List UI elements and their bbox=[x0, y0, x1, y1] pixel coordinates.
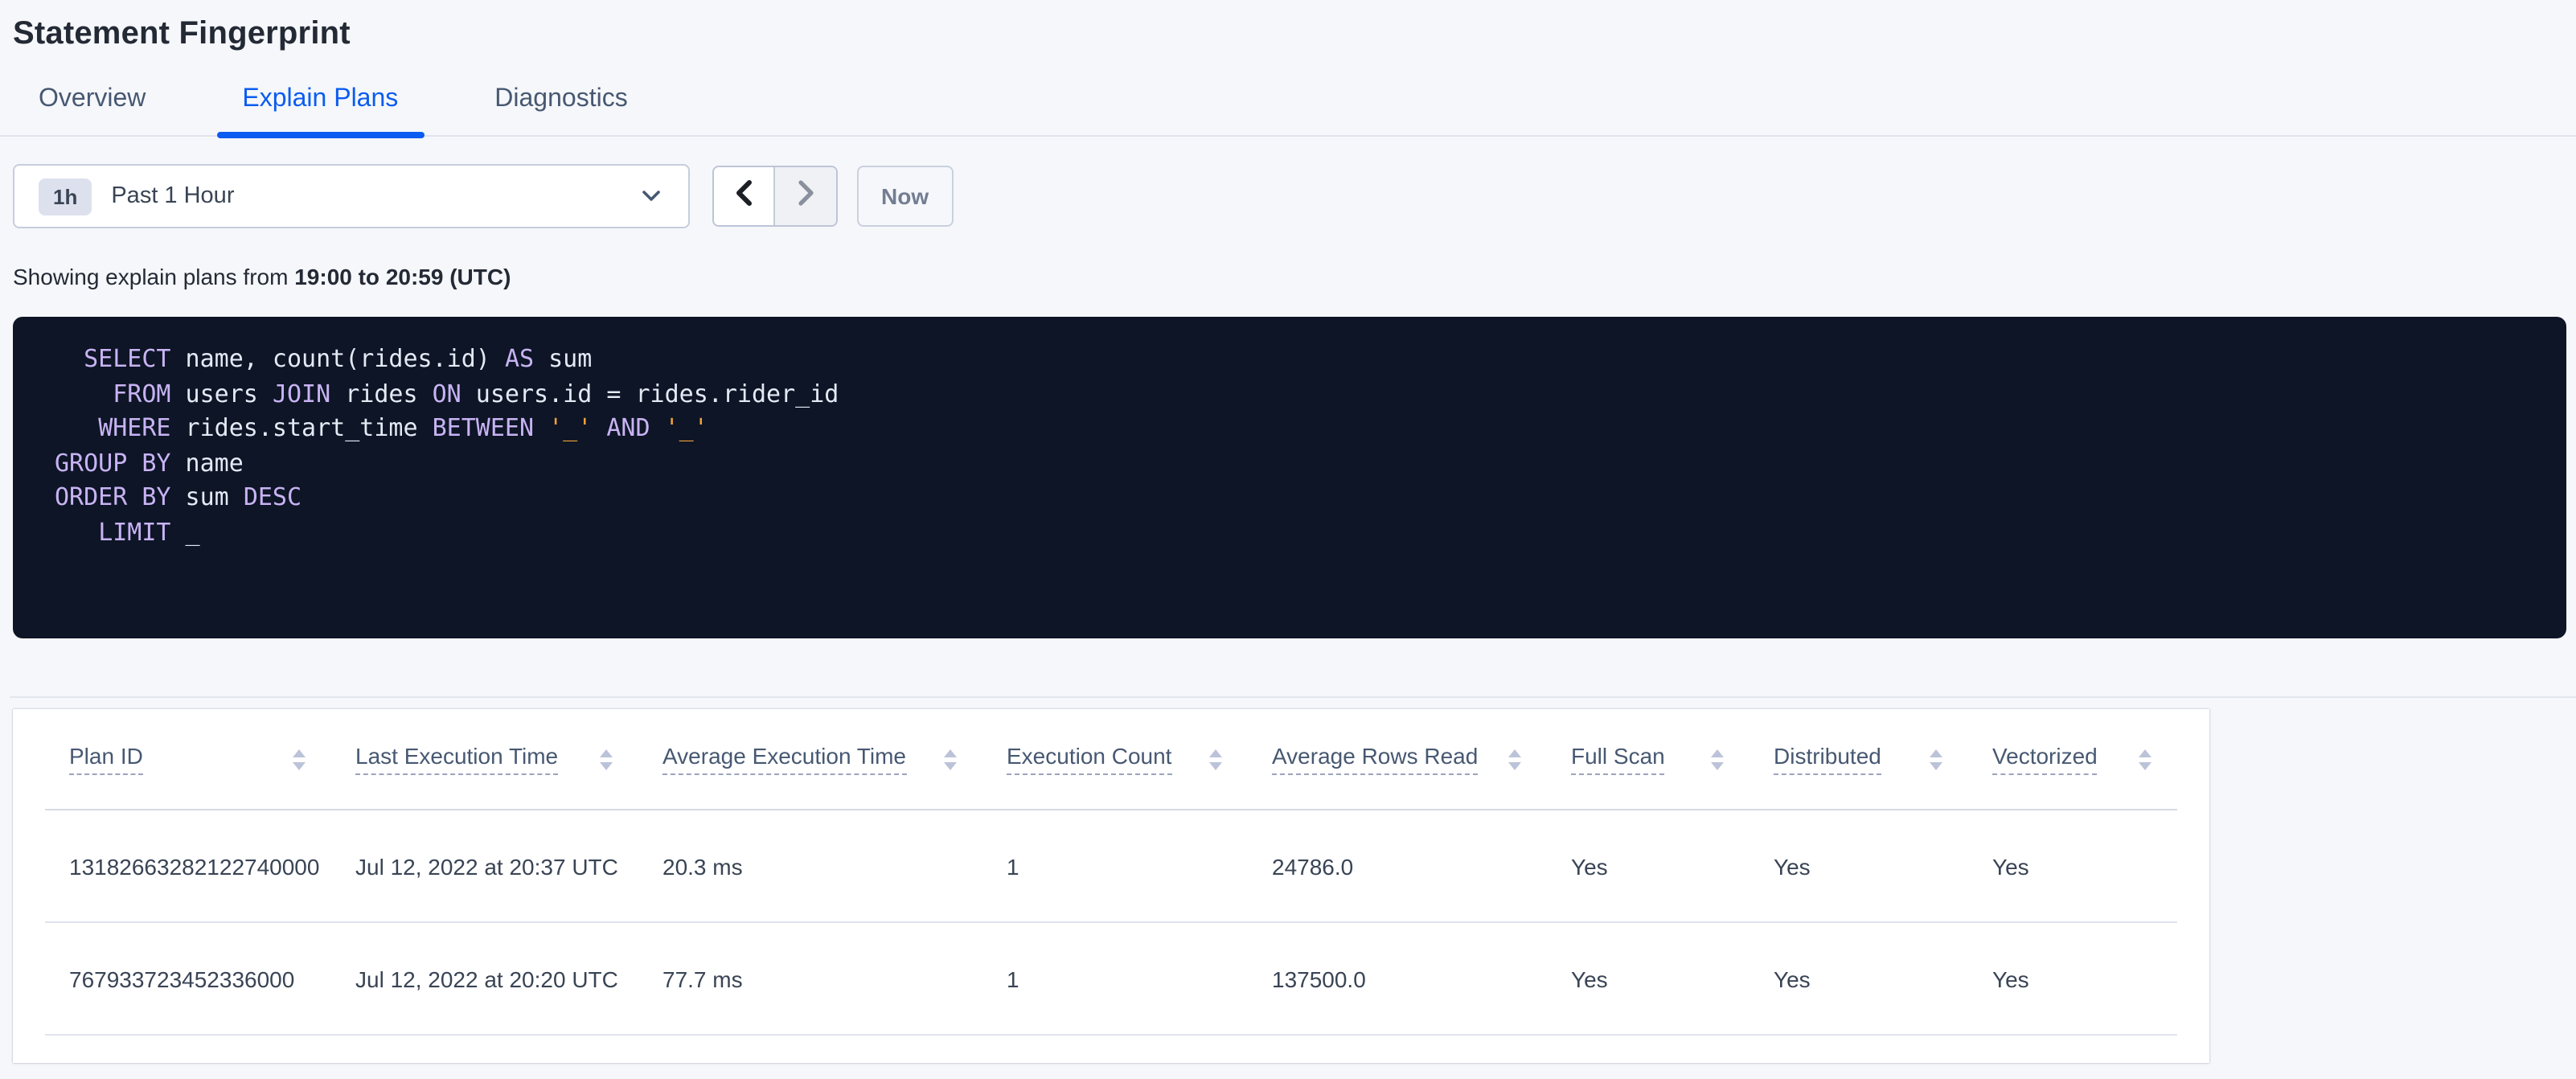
column-header-label: Distributed bbox=[1774, 743, 1881, 775]
table-header-row: Plan ID Last Execution Time Average Execut… bbox=[45, 709, 2177, 810]
sort-arrows-icon[interactable] bbox=[1711, 749, 1724, 769]
sort-arrows-icon[interactable] bbox=[1508, 749, 1521, 769]
table-row: 767933723452336000 Jul 12, 2022 at 20:20 … bbox=[45, 923, 2177, 1036]
explain-plans-summary: Showing explain plans from 19:00 to 20:5… bbox=[13, 264, 2576, 289]
tab-bar: Overview Explain Plans Diagnostics bbox=[0, 74, 2576, 138]
table-cell: Yes bbox=[1571, 966, 1608, 991]
table-cell: 137500.0 bbox=[1272, 966, 1366, 991]
column-header-plan-id[interactable]: Plan ID bbox=[45, 709, 331, 809]
table-cell: 1 bbox=[1007, 853, 1019, 879]
chevron-left-icon bbox=[735, 179, 753, 213]
time-range-badge: 1h bbox=[39, 178, 92, 215]
sort-arrows-icon[interactable] bbox=[944, 749, 957, 769]
chevron-down-icon bbox=[642, 190, 661, 203]
column-header-label: Vectorized bbox=[1992, 743, 2098, 775]
table-cell: 24786.0 bbox=[1272, 853, 1354, 879]
column-header-label: Average Execution Time bbox=[662, 743, 906, 775]
table-cell: 1 bbox=[1007, 966, 1019, 991]
column-header-last-execution-time[interactable]: Last Execution Time bbox=[331, 709, 638, 809]
sort-arrows-icon[interactable] bbox=[600, 749, 613, 769]
tab-explain-plans[interactable]: Explain Plans bbox=[216, 74, 425, 138]
column-header-label: Execution Count bbox=[1007, 743, 1172, 775]
table-cell: Jul 12, 2022 at 20:37 UTC bbox=[355, 853, 618, 879]
chevron-right-icon bbox=[797, 179, 814, 213]
column-header-label: Average Rows Read bbox=[1272, 743, 1479, 775]
statement-fingerprint-page: Statement Fingerprint Overview Explain P… bbox=[0, 0, 2576, 1079]
table-cell: 77.7 ms bbox=[662, 966, 743, 991]
sort-arrows-icon[interactable] bbox=[1209, 749, 1222, 769]
table-cell: Yes bbox=[1992, 966, 2029, 991]
section-divider bbox=[10, 696, 2576, 698]
tab-diagnostics[interactable]: Diagnostics bbox=[469, 74, 653, 135]
table-cell: Jul 12, 2022 at 20:20 UTC bbox=[355, 966, 618, 991]
column-header-label: Full Scan bbox=[1571, 743, 1665, 775]
time-pager bbox=[712, 166, 838, 227]
column-header-average-execution-time[interactable]: Average Execution Time bbox=[638, 709, 982, 809]
table-body: 13182663282122740000 Jul 12, 2022 at 20:3… bbox=[45, 810, 2177, 1036]
sort-arrows-icon[interactable] bbox=[2139, 749, 2151, 769]
explain-plans-table-card: Plan ID Last Execution Time Average Execut… bbox=[13, 709, 2209, 1063]
table-cell: Yes bbox=[1992, 853, 2029, 879]
table-cell: Yes bbox=[1774, 853, 1811, 879]
sql-statement-text: SELECT name, count(rides.id) AS sum FROM… bbox=[55, 344, 839, 546]
time-range-label: Past 1 Hour bbox=[111, 183, 235, 209]
previous-time-button[interactable] bbox=[714, 167, 775, 225]
table-cell: 13182663282122740000 bbox=[69, 853, 320, 879]
summary-prefix: Showing explain plans from bbox=[13, 264, 295, 289]
column-header-vectorized[interactable]: Vectorized bbox=[1968, 709, 2177, 809]
time-range-dropdown[interactable]: 1h Past 1 Hour bbox=[13, 164, 690, 228]
next-time-button[interactable] bbox=[775, 167, 836, 225]
summary-time-range: 19:00 to 20:59 (UTC) bbox=[294, 264, 511, 289]
column-header-average-rows-read[interactable]: Average Rows Read bbox=[1248, 709, 1547, 809]
tab-overview[interactable]: Overview bbox=[13, 74, 171, 135]
column-header-label: Plan ID bbox=[69, 743, 143, 775]
page-title: Statement Fingerprint bbox=[13, 16, 351, 51]
sort-arrows-icon[interactable] bbox=[1930, 749, 1942, 769]
table-cell: 767933723452336000 bbox=[69, 966, 295, 991]
column-header-full-scan[interactable]: Full Scan bbox=[1547, 709, 1749, 809]
column-header-label: Last Execution Time bbox=[355, 743, 559, 775]
sort-arrows-icon[interactable] bbox=[293, 749, 306, 769]
time-controls: 1h Past 1 Hour Now bbox=[13, 164, 2576, 228]
table-cell: 20.3 ms bbox=[662, 853, 743, 879]
sql-statement-block: SELECT name, count(rides.id) AS sum FROM… bbox=[13, 317, 2566, 638]
column-header-execution-count[interactable]: Execution Count bbox=[982, 709, 1248, 809]
table-cell: Yes bbox=[1774, 966, 1811, 991]
table-cell: Yes bbox=[1571, 853, 1608, 879]
column-header-distributed[interactable]: Distributed bbox=[1749, 709, 1968, 809]
table-row: 13182663282122740000 Jul 12, 2022 at 20:3… bbox=[45, 810, 2177, 923]
now-button[interactable]: Now bbox=[857, 166, 954, 227]
